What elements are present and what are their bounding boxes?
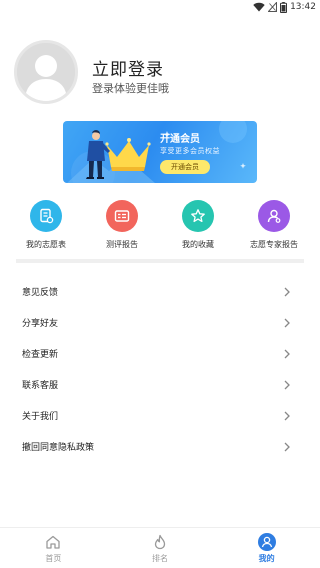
menu-label: 关于我们 bbox=[22, 412, 59, 422]
quick-item-expert-report[interactable]: 志愿专家报告 bbox=[236, 200, 312, 258]
menu-row-about-us[interactable]: 关于我们 bbox=[16, 400, 304, 431]
battery-icon bbox=[280, 1, 288, 13]
quick-circle bbox=[30, 200, 62, 232]
quick-label: 测评报告 bbox=[106, 240, 138, 249]
vip-banner[interactable]: 开通会员 享受更多会员权益 开通会员 bbox=[63, 121, 257, 183]
quick-circle bbox=[182, 200, 214, 232]
bottom-tab-bar: 首页 排名 我的 bbox=[0, 527, 320, 568]
vip-title: 开通会员 bbox=[160, 134, 200, 145]
login-subtitle: 登录体验更佳哦 bbox=[92, 82, 169, 95]
vip-open-button[interactable]: 开通会员 bbox=[160, 160, 210, 174]
chevron-right-icon bbox=[284, 380, 290, 390]
document-icon bbox=[40, 208, 54, 224]
star-icon bbox=[191, 209, 205, 223]
settings-menu-list: 意见反馈 分享好友 检查更新 联系客服 关于我们 撤回同意隐私政策 bbox=[16, 276, 304, 462]
menu-row-share[interactable]: 分享好友 bbox=[16, 307, 304, 338]
flame-icon bbox=[152, 533, 168, 550]
quick-menu: 我的志愿表 测评报告 我的收藏 志愿专家报告 bbox=[8, 200, 312, 258]
login-title[interactable]: 立即登录 bbox=[92, 55, 164, 80]
tab-label: 首页 bbox=[45, 554, 62, 563]
avatar[interactable] bbox=[14, 40, 78, 104]
status-icons: 13:42 bbox=[253, 1, 316, 13]
report-icon bbox=[114, 210, 130, 222]
wifi-icon bbox=[253, 2, 265, 12]
chevron-right-icon bbox=[284, 287, 290, 297]
chevron-right-icon bbox=[284, 411, 290, 421]
default-avatar-icon bbox=[17, 43, 75, 101]
menu-label: 联系客服 bbox=[22, 381, 59, 391]
tab-home[interactable]: 首页 bbox=[0, 528, 107, 568]
quick-label: 我的收藏 bbox=[182, 240, 214, 249]
quick-item-my-favorites[interactable]: 我的收藏 bbox=[160, 200, 236, 258]
menu-row-check-update[interactable]: 检查更新 bbox=[16, 338, 304, 369]
quick-circle bbox=[106, 200, 138, 232]
menu-label: 撤回同意隐私政策 bbox=[22, 443, 95, 453]
home-icon bbox=[45, 533, 61, 550]
menu-label: 意见反馈 bbox=[22, 288, 59, 298]
quick-circle bbox=[258, 200, 290, 232]
chevron-right-icon bbox=[284, 442, 290, 452]
quick-label: 志愿专家报告 bbox=[250, 240, 298, 249]
quick-item-assessment-report[interactable]: 测评报告 bbox=[84, 200, 160, 258]
expert-icon bbox=[267, 209, 281, 223]
tab-label: 排名 bbox=[152, 554, 168, 563]
tab-label: 我的 bbox=[258, 554, 275, 563]
quick-label: 我的志愿表 bbox=[26, 240, 66, 249]
status-bar: 13:42 bbox=[0, 0, 320, 14]
chevron-right-icon bbox=[284, 318, 290, 328]
vip-subtitle: 享受更多会员权益 bbox=[160, 147, 220, 155]
user-icon bbox=[257, 532, 276, 551]
tab-ranking[interactable]: 排名 bbox=[107, 528, 214, 568]
menu-label: 分享好友 bbox=[22, 319, 59, 329]
profile-header[interactable]: 立即登录 登录体验更佳哦 bbox=[14, 40, 306, 106]
menu-row-revoke-privacy[interactable]: 撤回同意隐私政策 bbox=[16, 431, 304, 462]
menu-label: 检查更新 bbox=[22, 350, 59, 360]
quick-item-my-volunteer-form[interactable]: 我的志愿表 bbox=[8, 200, 84, 258]
chevron-right-icon bbox=[284, 349, 290, 359]
section-divider bbox=[16, 259, 304, 263]
tab-mine[interactable]: 我的 bbox=[213, 528, 320, 568]
signal-icon bbox=[268, 2, 278, 12]
menu-row-contact-service[interactable]: 联系客服 bbox=[16, 369, 304, 400]
menu-row-feedback[interactable]: 意见反馈 bbox=[16, 276, 304, 307]
status-time: 13:42 bbox=[290, 2, 316, 12]
